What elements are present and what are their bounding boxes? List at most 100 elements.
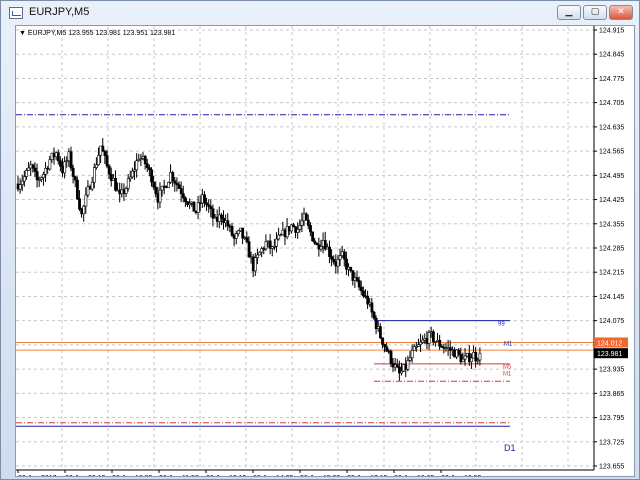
candle-body — [304, 213, 308, 221]
candle-body — [148, 167, 151, 171]
y-tick-label: 124.705 — [599, 100, 624, 107]
x-tick-label: 20 Jun 17:15 — [347, 475, 388, 476]
y-tick-label: 124.635 — [599, 124, 624, 131]
close-button[interactable]: ✕ — [609, 5, 633, 20]
candle-body — [20, 180, 24, 185]
candle-body — [370, 302, 374, 313]
title-bar[interactable]: EURJPY,M5 ▁ ▢ ✕ — [1, 1, 639, 25]
price-tag-label-current: 123.981 — [597, 351, 622, 358]
y-tick-label: 124.495 — [599, 173, 624, 180]
candle-body — [71, 167, 75, 177]
candle-body — [362, 290, 365, 297]
window-title: EURJPY,M5 — [29, 6, 90, 18]
candle-body — [385, 346, 389, 352]
candle-body — [258, 251, 262, 256]
candle-body — [241, 227, 245, 239]
candle-body — [107, 165, 111, 175]
candle-body — [56, 152, 60, 162]
candle-body — [300, 220, 304, 226]
candle-body — [431, 331, 435, 342]
candle-body — [306, 219, 310, 226]
y-tick-label: 124.845 — [599, 52, 624, 59]
candle-body — [383, 344, 387, 348]
x-tick-label: 20 Jun 19:55 — [441, 475, 482, 476]
candle-body — [209, 206, 213, 210]
candle-body — [173, 180, 177, 184]
y-tick-label: 123.725 — [599, 439, 624, 446]
candle-body — [105, 155, 109, 167]
candle-body — [226, 220, 230, 227]
candle-body — [35, 171, 39, 181]
x-tick-label: 20 Jun 14:35 — [253, 475, 294, 476]
candle-body — [42, 174, 45, 178]
x-tick-label: 20 Jun 2017 — [18, 475, 57, 476]
candle-body — [131, 170, 134, 178]
level-tag-tag-m5: M5 — [503, 365, 512, 371]
y-tick-label: 124.075 — [599, 318, 624, 325]
chart-area[interactable]: 99 M1 M5 M1 D1 124.915 124.845 124.775 124.705 1… — [15, 25, 635, 477]
candle-body — [342, 251, 346, 260]
candle-body — [470, 357, 473, 363]
candle-body — [379, 326, 382, 339]
y-tick-label: 124.285 — [599, 246, 624, 253]
candle-body — [230, 225, 234, 236]
y-tick-label: 124.425 — [599, 197, 624, 204]
candle-body — [167, 181, 170, 188]
candle-body — [355, 277, 359, 281]
candle-body — [381, 337, 384, 345]
candle-body — [69, 151, 73, 169]
y-tick-label: 124.145 — [599, 294, 624, 301]
candle-body — [298, 225, 302, 230]
candle-body — [410, 350, 414, 359]
candle-body — [135, 160, 139, 171]
y-tick-label: 123.865 — [599, 391, 624, 398]
candle-body — [245, 237, 249, 242]
level-tag-tag-d1: D1 — [504, 443, 516, 453]
candle-body — [406, 360, 410, 370]
price-chart[interactable]: 99M1M5M1D1 124.915124.845124.775124.7051… — [16, 26, 634, 476]
candle-body — [27, 167, 31, 171]
candle-body — [114, 178, 117, 191]
candle-body — [247, 241, 251, 258]
candle-body — [256, 254, 259, 258]
price-tag-label-orange: 124.012 — [597, 340, 622, 347]
candle-body — [478, 352, 482, 361]
candle-body — [336, 259, 340, 267]
x-tick-label: 20 Jun 13:15 — [206, 475, 247, 476]
candle-body — [84, 194, 88, 207]
candle-body — [154, 186, 158, 194]
candle-body — [309, 225, 312, 233]
minimize-button[interactable]: ▁ — [557, 5, 581, 20]
candle-body — [461, 358, 465, 363]
y-tick-label: 124.775 — [599, 76, 624, 83]
candle-body — [92, 167, 96, 183]
candle-body — [23, 176, 26, 182]
maximize-button[interactable]: ▢ — [583, 5, 607, 20]
candle-body — [203, 194, 206, 204]
candle-body — [275, 238, 278, 247]
candle-body — [158, 189, 162, 203]
candle-body — [48, 159, 52, 170]
candle-body — [372, 311, 376, 319]
y-tick-label: 124.915 — [599, 28, 624, 35]
candle-body — [181, 193, 185, 199]
candle-body — [253, 257, 257, 272]
candle-body — [145, 163, 149, 168]
candle-body — [357, 280, 361, 288]
candle-body — [184, 197, 187, 203]
candle-body — [338, 255, 342, 260]
candle-body — [124, 188, 128, 194]
chart-window-icon — [9, 7, 23, 19]
candle-body — [33, 167, 37, 172]
x-tick-label: 20 Jun 15:55 — [300, 475, 341, 476]
candle-body — [171, 172, 175, 182]
candle-body — [408, 357, 412, 361]
candle-body — [474, 352, 478, 362]
candle-body — [31, 164, 35, 169]
y-tick-label: 124.215 — [599, 270, 624, 277]
candle-body — [73, 176, 77, 181]
candle-body — [152, 181, 156, 188]
candle-body — [438, 339, 442, 347]
candle-body — [234, 233, 238, 239]
level-tag-tag-m1-green: M1 — [504, 341, 513, 347]
